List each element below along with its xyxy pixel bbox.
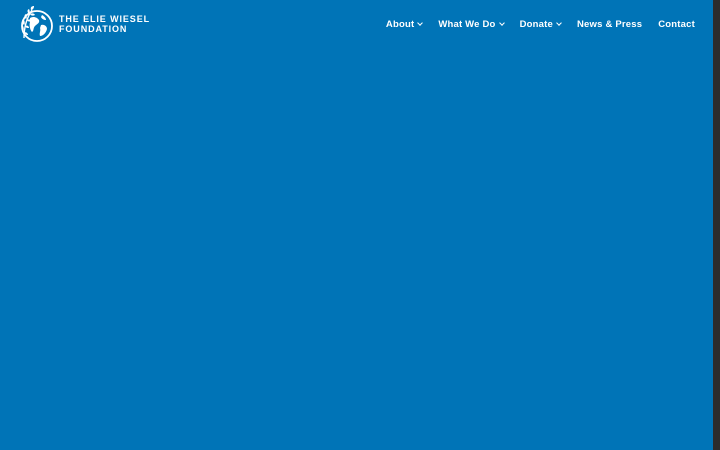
chevron-down-icon	[498, 20, 505, 26]
nav-item-label: Donate	[519, 18, 553, 30]
nav-item-label: About	[385, 18, 415, 30]
site-logo-link[interactable]: THE ELIE WIESEL FOUNDATION	[18, 5, 150, 43]
nav-item-what-we-do[interactable]: What We Do	[438, 18, 505, 30]
logo-line-2: FOUNDATION	[59, 24, 128, 34]
nav-item-label: News & Press	[576, 18, 643, 30]
nav-item-label: What We Do	[438, 18, 496, 30]
site-header: THE ELIE WIESEL FOUNDATION About What We…	[0, 0, 713, 48]
chevron-down-icon	[417, 20, 424, 26]
scrollbar-track[interactable]	[713, 0, 720, 450]
logo-line-1: THE ELIE WIESEL	[59, 14, 151, 24]
nav-item-news-press[interactable]: News & Press	[577, 19, 642, 30]
page: THE ELIE WIESEL FOUNDATION About What We…	[0, 0, 720, 450]
logo-wordmark: THE ELIE WIESEL FOUNDATION	[59, 14, 150, 34]
nav-item-donate[interactable]: Donate	[519, 18, 562, 30]
nav-item-about[interactable]: About	[385, 18, 424, 30]
nav-item-contact[interactable]: Contact	[658, 19, 695, 30]
chevron-down-icon	[556, 20, 562, 26]
globe-olive-branch-icon	[21, 6, 53, 42]
nav-item-label: Contact	[658, 18, 695, 30]
main-nav: About What We Do Donate News & Press Con…	[370, 0, 695, 48]
